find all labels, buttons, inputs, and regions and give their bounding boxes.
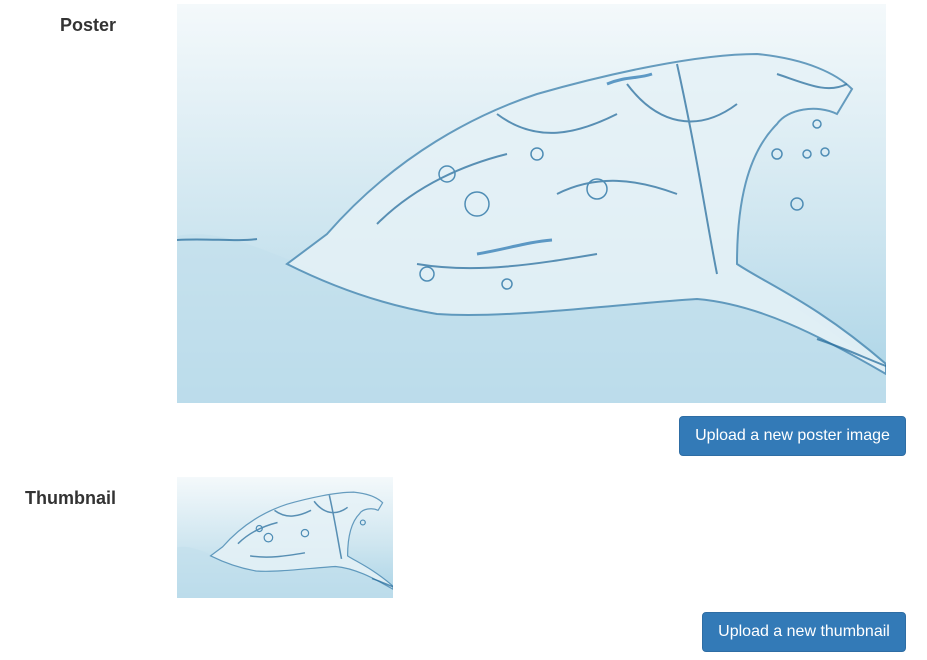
water-splash-image: [177, 477, 393, 598]
upload-thumbnail-button[interactable]: Upload a new thumbnail: [702, 612, 906, 652]
upload-poster-button[interactable]: Upload a new poster image: [679, 416, 906, 456]
poster-image: [177, 4, 886, 403]
poster-label: Poster: [59, 15, 116, 35]
water-splash-image: [177, 4, 886, 403]
thumbnail-label: Thumbnail: [25, 488, 116, 508]
thumbnail-image: [177, 477, 393, 598]
